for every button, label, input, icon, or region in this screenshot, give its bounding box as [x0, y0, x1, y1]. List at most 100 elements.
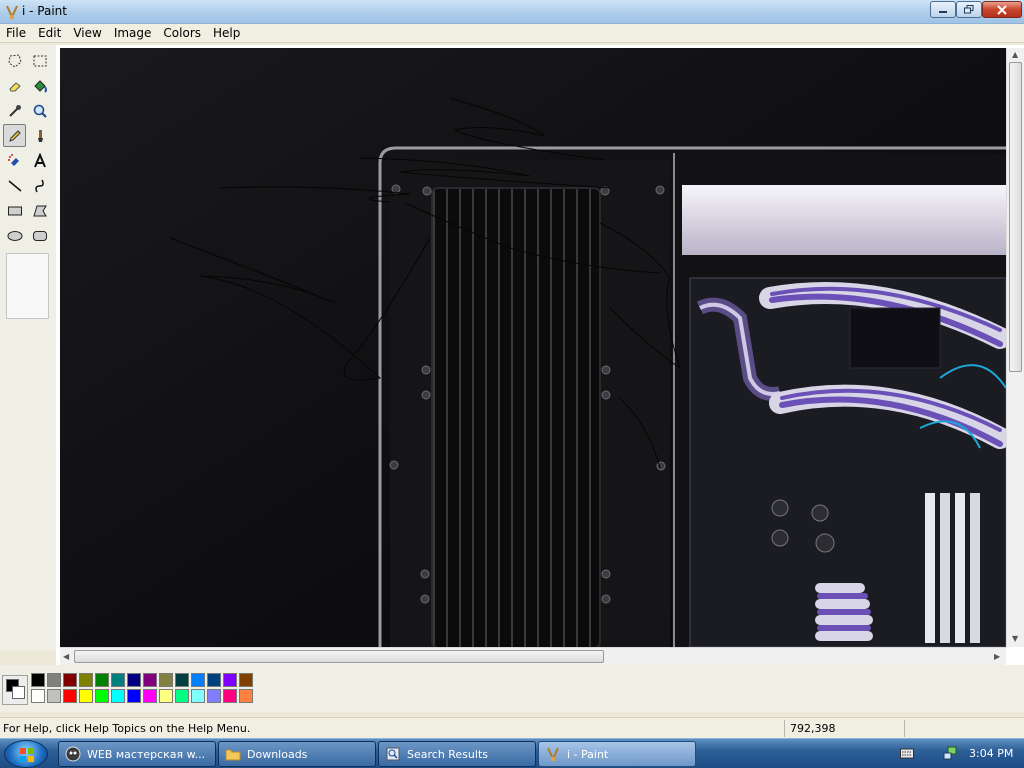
palette-swatch[interactable]: [111, 673, 125, 687]
status-help-text: For Help, click Help Topics on the Help …: [3, 722, 251, 735]
tool-pencil[interactable]: [3, 124, 26, 147]
menu-edit[interactable]: Edit: [32, 24, 67, 42]
palette-swatch[interactable]: [31, 689, 45, 703]
palette-swatch[interactable]: [223, 689, 237, 703]
canvas-image: [60, 48, 1006, 647]
palette-swatch[interactable]: [63, 673, 77, 687]
palette-swatch[interactable]: [159, 689, 173, 703]
palette-swatch[interactable]: [239, 689, 253, 703]
palette-swatch[interactable]: [175, 673, 189, 687]
tool-polygon[interactable]: [28, 199, 51, 222]
menu-bar: File Edit View Image Colors Help: [0, 24, 1024, 43]
tool-airbrush[interactable]: [3, 149, 26, 172]
palette-swatch[interactable]: [191, 673, 205, 687]
palette-swatch[interactable]: [47, 673, 61, 687]
scroll-right-arrow-icon[interactable]: ▶: [994, 652, 1000, 661]
taskbar-clock: 3:04 PM: [969, 747, 1014, 760]
tool-rounded-rectangle[interactable]: [28, 224, 51, 247]
fill-bucket-icon: [33, 79, 47, 93]
keyboard-icon[interactable]: [900, 747, 914, 760]
ellipse-icon: [7, 230, 22, 241]
palette-swatch[interactable]: [159, 673, 173, 687]
scroll-up-arrow-icon[interactable]: ▲: [1012, 50, 1018, 59]
tool-free-form-select[interactable]: [3, 49, 26, 72]
palette-swatch[interactable]: [175, 689, 189, 703]
drawing-canvas[interactable]: [60, 48, 1006, 647]
tool-eraser[interactable]: [3, 74, 26, 97]
restore-button[interactable]: [956, 1, 982, 18]
scroll-down-arrow-icon[interactable]: ▼: [1012, 634, 1018, 643]
folder-icon: [225, 749, 241, 761]
horizontal-scrollbar[interactable]: ◀ ▶: [60, 647, 1006, 665]
palette-swatch[interactable]: [127, 673, 141, 687]
tool-curve[interactable]: [28, 174, 51, 197]
scroll-left-arrow-icon[interactable]: ◀: [63, 652, 69, 661]
vertical-scroll-thumb[interactable]: [1009, 62, 1022, 372]
eyedropper-icon: [8, 104, 21, 117]
tool-box: [0, 45, 56, 650]
palette-swatch[interactable]: [95, 673, 109, 687]
taskbar-item-label: Downloads: [247, 747, 308, 761]
rounded-rectangle-icon: [32, 230, 47, 241]
network-icon[interactable]: [942, 745, 958, 761]
palette-swatch[interactable]: [95, 689, 109, 703]
tool-fill-with-color[interactable]: [28, 74, 51, 97]
status-bar: For Help, click Help Topics on the Help …: [0, 717, 1024, 738]
menu-colors[interactable]: Colors: [157, 24, 207, 42]
menu-help[interactable]: Help: [207, 24, 246, 42]
palette-swatch[interactable]: [31, 673, 45, 687]
start-button[interactable]: [4, 740, 48, 768]
airbrush-icon: [7, 153, 19, 166]
palette-swatch[interactable]: [79, 673, 93, 687]
magnifier-icon: [33, 104, 47, 118]
vertical-scrollbar[interactable]: ▲ ▼: [1006, 48, 1024, 647]
horizontal-scroll-thumb[interactable]: [74, 650, 604, 663]
tool-ellipse[interactable]: [3, 224, 26, 247]
palette-swatch[interactable]: [79, 689, 93, 703]
palette-swatch[interactable]: [127, 689, 141, 703]
close-button[interactable]: [982, 1, 1022, 18]
taskbar-item-downloads[interactable]: Downloads: [218, 741, 376, 767]
line-icon: [8, 179, 21, 192]
taskbar-item-label: Search Results: [407, 747, 489, 761]
palette-swatch[interactable]: [239, 673, 253, 687]
palette-swatch[interactable]: [143, 689, 157, 703]
background-color-swatch: [12, 686, 25, 699]
select-icon: [33, 55, 46, 66]
tool-line[interactable]: [3, 174, 26, 197]
taskbar-item-browser[interactable]: WEB мастерская w...: [58, 741, 216, 767]
current-colors: [2, 675, 28, 705]
taskbar-item-search-results[interactable]: Search Results: [378, 741, 536, 767]
tool-text[interactable]: [28, 149, 51, 172]
status-divider: [784, 720, 785, 737]
tool-brush[interactable]: [28, 124, 51, 147]
palette-swatch[interactable]: [207, 673, 221, 687]
color-palette-bar: [0, 665, 1024, 712]
tool-pick-color[interactable]: [3, 99, 26, 122]
paint-app-icon: [6, 5, 18, 20]
tool-select[interactable]: [28, 49, 51, 72]
menu-file[interactable]: File: [0, 24, 32, 42]
browser-icon: [65, 746, 81, 762]
polygon-icon: [32, 205, 47, 216]
window-title: i - Paint: [22, 4, 67, 18]
tool-magnifier[interactable]: [28, 99, 51, 122]
eraser-icon: [8, 81, 21, 91]
palette-swatch[interactable]: [207, 689, 221, 703]
palette-swatch[interactable]: [111, 689, 125, 703]
palette-swatch[interactable]: [223, 673, 237, 687]
brush-icon: [37, 129, 43, 142]
menu-image[interactable]: Image: [108, 24, 158, 42]
palette-swatch[interactable]: [47, 689, 61, 703]
palette-swatch[interactable]: [191, 689, 205, 703]
taskbar-item-paint[interactable]: i - Paint: [538, 741, 696, 767]
palette-swatch[interactable]: [63, 689, 77, 703]
taskbar-item-label: WEB мастерская w...: [87, 747, 206, 761]
tool-rectangle[interactable]: [3, 199, 26, 222]
free-form-select-icon: [7, 53, 22, 68]
rectangle-icon: [7, 206, 22, 215]
minimize-button[interactable]: [930, 1, 956, 18]
palette-swatch[interactable]: [143, 673, 157, 687]
tool-options-box[interactable]: [6, 253, 49, 319]
menu-view[interactable]: View: [67, 24, 107, 42]
